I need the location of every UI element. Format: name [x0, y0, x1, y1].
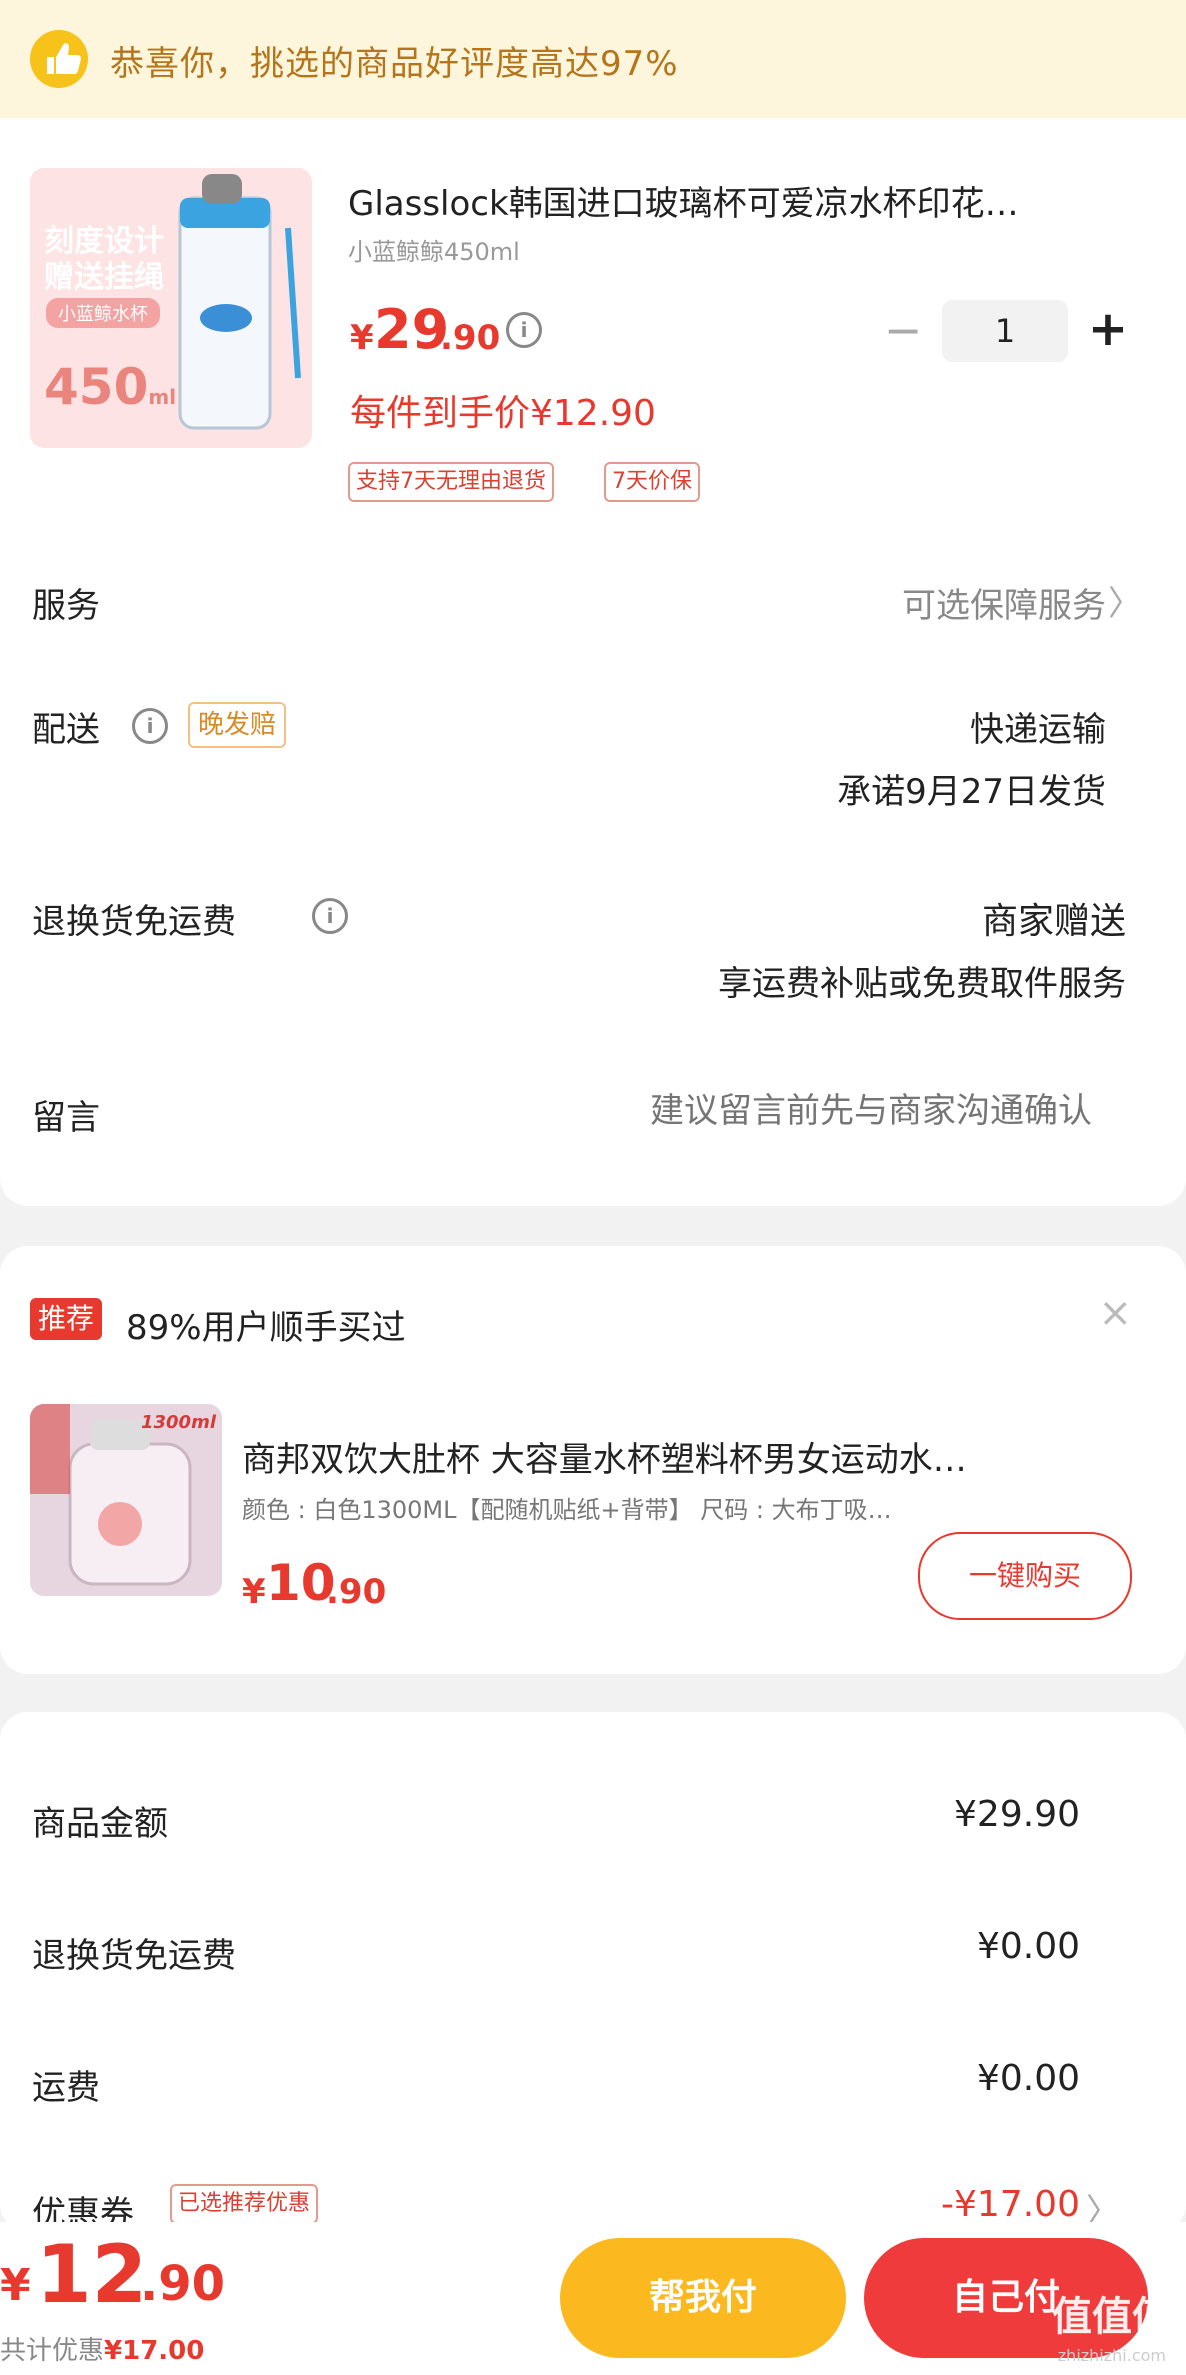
quantity-input[interactable]: 1: [942, 300, 1068, 362]
image-badge: 小蓝鲸水杯: [46, 298, 160, 328]
recommend-product-spec: 颜色 : 白色1300ML【配随机贴纸+背带】 尺码 : 大布丁吸…: [242, 1496, 892, 1524]
return-shipping-label: 退换货免运费: [32, 902, 236, 942]
image-volume: 450: [44, 358, 149, 416]
delivery-promise: 承诺9月27日发货: [837, 772, 1106, 812]
watermark-url: zhizhizhi.com: [1057, 2346, 1166, 2365]
return-shipping-info-icon[interactable]: i: [312, 898, 348, 934]
summary-return-shipping-label: 退换货免运费: [32, 1936, 236, 1976]
total-discount: 共计优惠¥17.00: [0, 2330, 204, 2367]
late-delivery-badge: 晚发赔: [188, 702, 287, 748]
recommend-image-text: 1300ml: [140, 1412, 216, 1433]
summary-coupon-value[interactable]: -¥17.00: [941, 2184, 1080, 2225]
unit-price: 每件到手价¥12.90: [350, 393, 656, 434]
return-shipping-sub: 享运费补贴或免费取件服务: [718, 964, 1126, 1004]
image-text-line1: 刻度设计: [44, 224, 164, 259]
image-text-line2: 赠送挂绳: [44, 260, 164, 295]
total-price-symbol: ¥: [0, 2260, 31, 2311]
return-policy-tag: 支持7天无理由退货: [348, 462, 554, 502]
summary-freight-label: 运费: [32, 2068, 100, 2108]
price-integer: 29: [374, 298, 450, 361]
note-label: 留言: [32, 1098, 100, 1138]
summary-goods-label: 商品金额: [32, 1804, 168, 1844]
image-volume-unit: ml: [148, 385, 177, 409]
recommend-price-decimal: .90: [326, 1572, 387, 1612]
service-chevron-right-icon[interactable]: 〉: [1108, 576, 1142, 625]
price-decimal: .90: [440, 318, 501, 358]
service-label: 服务: [32, 586, 100, 626]
recommend-title: 89%用户顺手买过: [126, 1308, 406, 1348]
note-input[interactable]: [420, 1082, 1094, 1140]
one-click-buy-button[interactable]: 一键购买: [918, 1532, 1132, 1620]
watermark-logo: 值值值: [1052, 2294, 1172, 2340]
recommend-product-image[interactable]: 1300ml: [30, 1404, 222, 1596]
thumbs-up-icon: [30, 30, 88, 88]
quantity-increase-button[interactable]: +: [1084, 298, 1132, 360]
product-sku[interactable]: 小蓝鲸鲸450ml: [348, 232, 520, 267]
delivery-label: 配送: [32, 710, 100, 750]
delivery-method: 快递运输: [970, 710, 1106, 750]
service-value[interactable]: 可选保障服务: [902, 578, 1106, 627]
banner-text: 恭喜你，挑选的商品好评度高达97%: [110, 44, 679, 84]
total-price-decimal: .90: [140, 2256, 226, 2312]
praise-banner: 恭喜你，挑选的商品好评度高达97%: [0, 0, 1186, 118]
quantity-decrease-button[interactable]: −: [880, 300, 926, 360]
product-title[interactable]: Glasslock韩国进口玻璃杯可爱凉水杯印花…: [348, 176, 1098, 225]
price-info-icon[interactable]: i: [506, 312, 542, 348]
coupon-recommended-tag: 已选推荐优惠: [170, 2184, 319, 2224]
pay-for-me-button[interactable]: 帮我付: [560, 2238, 846, 2358]
total-price-integer: 12: [36, 2228, 148, 2321]
product-image[interactable]: 刻度设计 赠送挂绳 小蓝鲸水杯 450ml: [30, 168, 312, 448]
price-protect-tag: 7天价保: [604, 462, 700, 502]
return-shipping-value: 商家赠送: [981, 901, 1126, 942]
delivery-info-icon[interactable]: i: [132, 708, 168, 744]
summary-goods-value: ¥29.90: [954, 1794, 1080, 1835]
recommend-price-symbol: ¥: [242, 1572, 266, 1612]
total-discount-value: ¥17.00: [104, 2336, 205, 2366]
close-icon[interactable]: ×: [1098, 1290, 1132, 1336]
recommend-product-name[interactable]: 商邦双饮大肚杯 大容量水杯塑料杯男女运动水…: [242, 1432, 1122, 1481]
recommend-badge: 推荐: [30, 1298, 103, 1340]
summary-return-shipping-value: ¥0.00: [976, 1926, 1080, 1967]
summary-freight-value: ¥0.00: [976, 2058, 1080, 2099]
total-discount-label: 共计优惠: [0, 2336, 105, 2366]
price-symbol: ¥: [350, 318, 374, 358]
